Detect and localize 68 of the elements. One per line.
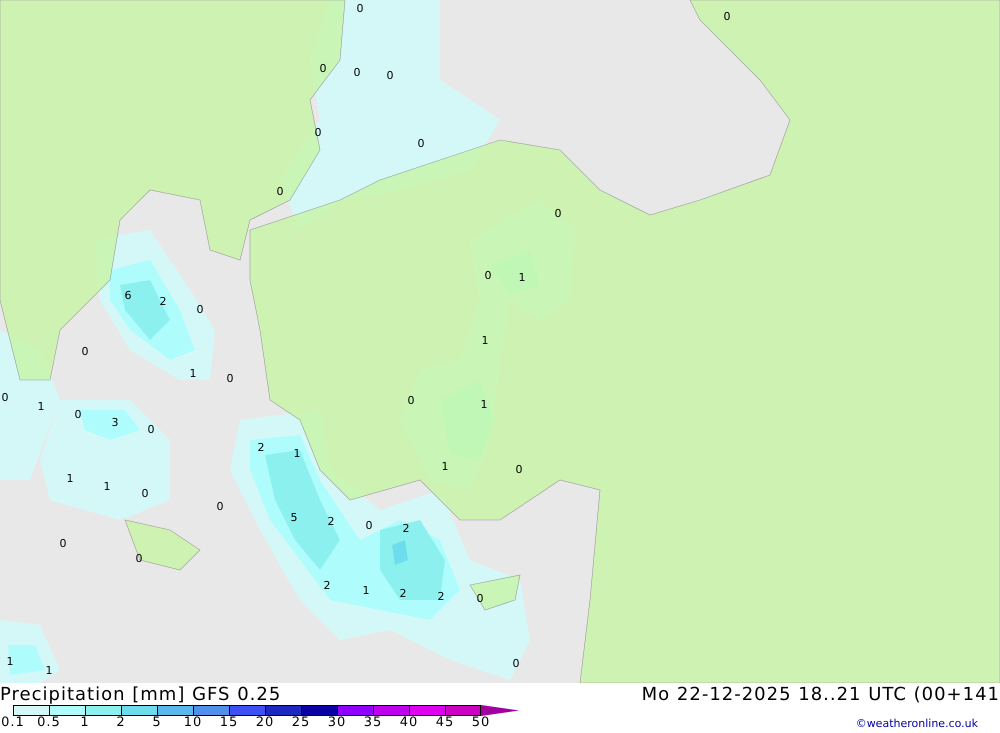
precipitation-value: 3 — [112, 416, 118, 429]
precipitation-value: 1 — [480, 398, 488, 411]
precipitation-value: 0 — [216, 500, 224, 513]
precipitation-value: 1 — [6, 655, 14, 668]
precipitation-value: 1 — [294, 447, 300, 460]
legend-tick: 0.5 — [36, 716, 62, 730]
precipitation-value: 0 — [484, 269, 492, 282]
precipitation-value: 0 — [2, 391, 8, 404]
precipitation-value: 0 — [554, 207, 562, 220]
precipitation-value: 2 — [258, 441, 264, 454]
legend-tick: 35 — [362, 716, 384, 730]
precipitation-value: 2 — [402, 522, 410, 535]
precipitation-area — [120, 280, 170, 340]
precipitation-value: 2 — [324, 579, 330, 592]
precipitation-value: 0 — [366, 519, 372, 532]
legend-tick: 15 — [218, 716, 240, 730]
precipitation-value: 0 — [276, 185, 284, 198]
precipitation-value: 1 — [104, 480, 110, 493]
map-title: Precipitation [mm] GFS 0.25 — [0, 684, 282, 704]
precipitation-value: 0 — [408, 394, 414, 407]
precipitation-value: 0 — [516, 463, 522, 476]
precipitation-value: 0 — [476, 592, 484, 605]
precipitation-value: 0 — [354, 66, 360, 79]
precipitation-value: 0 — [142, 487, 148, 500]
precipitation-value: 1 — [482, 334, 488, 347]
legend-tick: 2 — [115, 716, 127, 730]
precipitation-value: 0 — [196, 303, 204, 316]
precipitation-value: 0 — [136, 552, 142, 565]
legend-tick: 10 — [182, 716, 204, 730]
precipitation-value: 1 — [66, 472, 74, 485]
legend-tick: 45 — [434, 716, 456, 730]
legend-tick: 50 — [470, 716, 492, 730]
precipitation-value: 1 — [38, 400, 44, 413]
precipitation-value: 0 — [314, 126, 322, 139]
legend-tick: 1 — [79, 716, 91, 730]
legend-tick: 40 — [398, 716, 420, 730]
precipitation-value: 0 — [418, 137, 424, 150]
legend-tick: 20 — [254, 716, 276, 730]
precipitation-value: 0 — [60, 537, 66, 550]
precipitation-value: 1 — [46, 664, 52, 677]
precipitation-value: 1 — [442, 460, 448, 473]
precipitation-value: 0 — [74, 408, 82, 421]
precipitation-value: 0 — [356, 2, 364, 15]
precipitation-value: 2 — [400, 587, 406, 600]
precipitation-value: 0 — [320, 62, 326, 75]
precipitation-value: 0 — [82, 345, 88, 358]
precipitation-value: 0 — [386, 69, 394, 82]
precipitation-value: 2 — [328, 515, 334, 528]
precipitation-value: 6 — [124, 289, 132, 302]
legend-tick: 5 — [151, 716, 163, 730]
precipitation-value: 0 — [148, 423, 154, 436]
legend-tick: 30 — [326, 716, 348, 730]
precipitation-value: 0 — [512, 657, 520, 670]
valid-time: Mo 22-12-2025 18..21 UTC (00+141 — [642, 684, 1000, 704]
legend-tick: 25 — [290, 716, 312, 730]
precipitation-value: 1 — [190, 367, 196, 380]
credit-text: ©weatheronline.co.uk — [856, 717, 978, 730]
precipitation-value: 1 — [518, 271, 526, 284]
precipitation-value: 0 — [226, 372, 234, 385]
arrow-icon — [481, 705, 519, 716]
precipitation-value: 2 — [160, 295, 166, 308]
precipitation-value: 2 — [438, 590, 444, 603]
precipitation-value: 0 — [724, 10, 730, 23]
legend-tick: 0.1 — [0, 716, 26, 730]
precipitation-area — [8, 645, 45, 675]
precipitation-value: 1 — [362, 584, 370, 597]
precipitation-value: 5 — [290, 511, 298, 524]
island — [470, 574, 520, 610]
